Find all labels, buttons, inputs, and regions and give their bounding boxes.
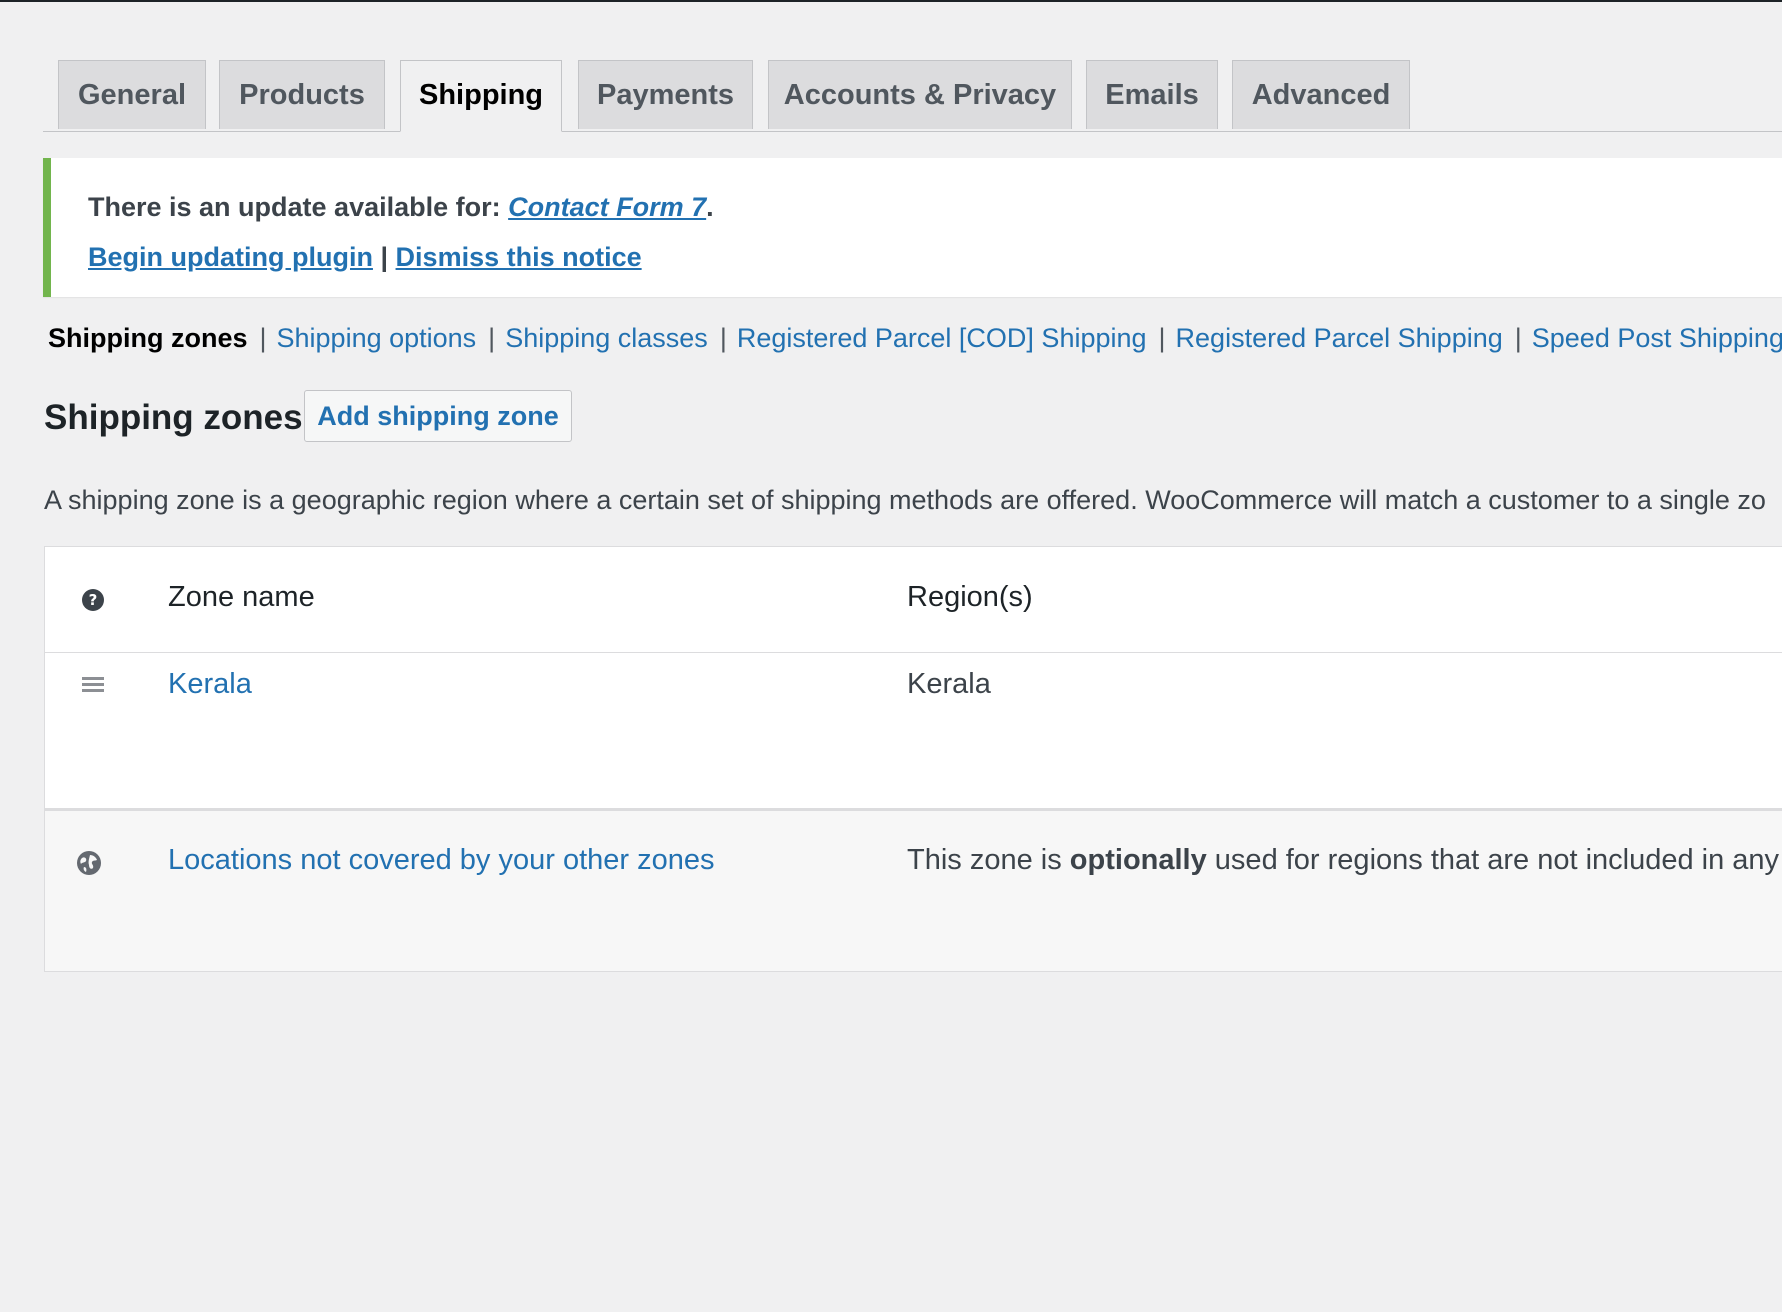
tab-emails[interactable]: Emails bbox=[1086, 60, 1218, 129]
update-notice-message: There is an update available for: Contac… bbox=[88, 192, 714, 223]
notice-separator: | bbox=[380, 242, 389, 272]
settings-tab-bar: General Products Shipping Payments Accou… bbox=[43, 60, 1782, 132]
update-notice: There is an update available for: Contac… bbox=[43, 158, 1782, 297]
subnav-registered-parcel[interactable]: Registered Parcel Shipping bbox=[1176, 323, 1503, 353]
subnav-separator: | bbox=[488, 323, 496, 353]
begin-updating-plugin-link[interactable]: Begin updating plugin bbox=[88, 242, 373, 272]
subnav-separator: | bbox=[719, 323, 727, 353]
tab-products[interactable]: Products bbox=[219, 60, 385, 129]
subnav-registered-parcel-cod[interactable]: Registered Parcel [COD] Shipping bbox=[737, 323, 1147, 353]
tab-accounts-privacy[interactable]: Accounts & Privacy bbox=[768, 60, 1072, 129]
subnav-shipping-options[interactable]: Shipping options bbox=[277, 323, 477, 353]
zone-name-header: Zone name bbox=[168, 581, 315, 613]
fallback-desc-bold: optionally bbox=[1069, 844, 1207, 876]
regions-header: Region(s) bbox=[907, 581, 1033, 613]
update-notice-prefix: There is an update available for: bbox=[88, 192, 509, 222]
subnav-shipping-classes[interactable]: Shipping classes bbox=[505, 323, 708, 353]
fallback-desc-suffix: used for regions that are not included i… bbox=[1206, 844, 1780, 876]
dismiss-notice-link[interactable]: Dismiss this notice bbox=[396, 242, 642, 272]
shipping-zones-description: A shipping zone is a geographic region w… bbox=[44, 485, 1766, 515]
subnav-separator: | bbox=[1514, 323, 1522, 353]
tab-shipping[interactable]: Shipping bbox=[400, 60, 562, 132]
shipping-zones-table: ? Zone name Region(s) Kerala Kerala Loca… bbox=[44, 546, 1782, 972]
update-notice-period: . bbox=[706, 192, 714, 222]
subnav-shipping-zones[interactable]: Shipping zones bbox=[48, 323, 248, 353]
page-title: Shipping zones bbox=[44, 398, 303, 437]
zone-name-link[interactable]: Kerala bbox=[168, 668, 252, 701]
question-circle-icon[interactable]: ? bbox=[82, 589, 104, 611]
admin-top-border bbox=[0, 0, 1782, 2]
plugin-name-link[interactable]: Contact Form 7 bbox=[508, 192, 706, 222]
tab-general[interactable]: General bbox=[58, 60, 206, 129]
subnav-speed-post[interactable]: Speed Post Shipping bbox=[1532, 323, 1782, 353]
update-notice-actions: Begin updating plugin | Dismiss this not… bbox=[88, 242, 642, 273]
fallback-zone-description: This zone is optionally used for regions… bbox=[907, 844, 1779, 877]
globe-icon bbox=[77, 851, 101, 875]
fallback-desc-prefix: This zone is bbox=[907, 844, 1070, 876]
table-header: ? Zone name Region(s) bbox=[45, 547, 1782, 653]
fallback-zone-link[interactable]: Locations not covered by your other zone… bbox=[168, 844, 715, 877]
drag-handle-icon[interactable] bbox=[82, 675, 104, 693]
subnav-separator: | bbox=[259, 323, 267, 353]
tab-payments[interactable]: Payments bbox=[578, 60, 753, 129]
svg-text:?: ? bbox=[89, 591, 98, 609]
table-row: Kerala Kerala bbox=[45, 653, 1782, 811]
shipping-subnav: Shipping zones | Shipping options | Shipping… bbox=[48, 323, 1782, 354]
table-row-fallback: Locations not covered by your other zone… bbox=[45, 811, 1782, 971]
subnav-separator: | bbox=[1158, 323, 1166, 353]
tab-advanced[interactable]: Advanced bbox=[1232, 60, 1410, 129]
zone-region: Kerala bbox=[907, 668, 991, 700]
add-shipping-zone-button[interactable]: Add shipping zone bbox=[304, 390, 572, 442]
